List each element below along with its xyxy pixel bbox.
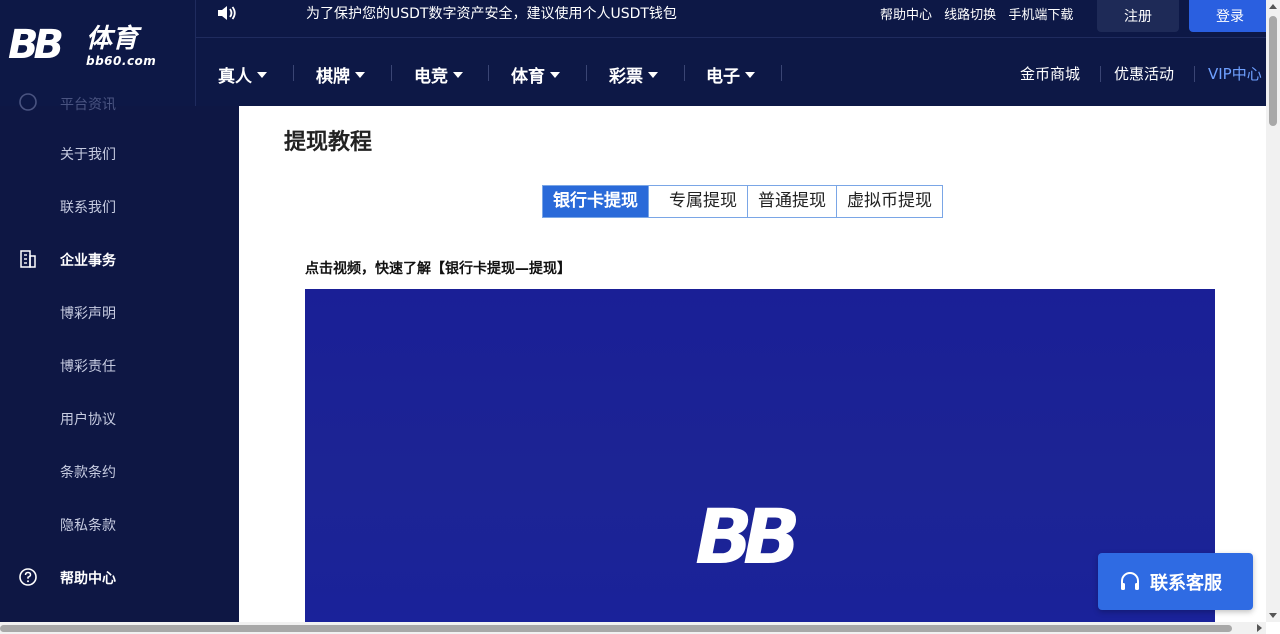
- tab-exclusive-withdraw[interactable]: 专属提现: [648, 186, 747, 217]
- nav-divider: [391, 65, 392, 81]
- nav-esports[interactable]: 电竞: [414, 62, 463, 87]
- caret-down-icon: [550, 72, 560, 78]
- nav-divider: [293, 65, 294, 81]
- nav-divider: [1100, 66, 1101, 82]
- help-center-link[interactable]: 帮助中心: [880, 8, 932, 23]
- sidebar-item-gaming-statement[interactable]: 博彩声明: [60, 303, 116, 323]
- withdraw-tabs: 银行卡提现 专属提现 普通提现 虚拟币提现: [542, 185, 943, 218]
- horizontal-scrollbar[interactable]: [0, 622, 1266, 634]
- register-button[interactable]: 注册: [1097, 0, 1179, 32]
- logo-mark: BB: [8, 22, 64, 68]
- sidebar-item-user-agreement[interactable]: 用户协议: [60, 409, 116, 429]
- nav-divider: [586, 65, 587, 81]
- building-icon: [20, 250, 36, 268]
- nav-slots-label: 电子: [706, 67, 740, 87]
- nav-sports-label: 体育: [511, 67, 545, 87]
- tutorial-video[interactable]: BB: [305, 289, 1215, 622]
- nav-live[interactable]: 真人: [218, 62, 267, 87]
- login-button[interactable]: 登录: [1189, 0, 1271, 32]
- nav-live-label: 真人: [218, 67, 252, 87]
- speaker-icon[interactable]: [216, 4, 238, 22]
- nav-divider: [781, 65, 782, 81]
- mobile-download-link[interactable]: 手机端下载: [1008, 8, 1073, 23]
- sidebar-item-privacy[interactable]: 隐私条款: [60, 515, 116, 535]
- video-caption: 点击视频，快速了解【银行卡提现—提现】: [305, 261, 571, 277]
- main-nav: 真人 棋牌 电竞 体育 彩票 电子 金币商城 优惠活动 VIP中心: [196, 38, 1266, 106]
- nav-lottery[interactable]: 彩票: [609, 62, 658, 87]
- tab-normal-withdraw[interactable]: 普通提现: [747, 186, 836, 217]
- caret-down-icon: [355, 72, 365, 78]
- sidebar-item-terms[interactable]: 条款条约: [60, 462, 116, 482]
- nav-promotions[interactable]: 优惠活动: [1114, 63, 1174, 84]
- sidebar-group-corporate[interactable]: 企业事务: [60, 250, 116, 270]
- top-links: 帮助中心 线路切换 手机端下载: [880, 4, 1081, 23]
- notice-marquee: 为了保护您的USDT数字资产安全，建议使用个人USDT钱包: [306, 6, 677, 22]
- caret-down-icon: [257, 72, 267, 78]
- logo-domain: bb60.com: [86, 54, 157, 68]
- nav-divider: [684, 65, 685, 81]
- line-switch-link[interactable]: 线路切换: [944, 8, 996, 23]
- customer-service-button[interactable]: 联系客服: [1098, 553, 1253, 610]
- nav-lottery-label: 彩票: [609, 67, 643, 87]
- sidebar-item-contact-us[interactable]: 联系我们: [60, 197, 116, 217]
- scroll-right-icon[interactable]: [1257, 624, 1262, 632]
- header: BB 体育 bb60.com 为了保护您的USDT数字资产安全，建议使用个人US…: [0, 0, 1271, 106]
- sidebar-item-platform-info[interactable]: 平台资讯: [60, 94, 116, 114]
- caret-down-icon: [648, 72, 658, 78]
- sidebar: 平台资讯 关于我们 联系我们 企业事务 博彩声明 博彩责任 用户协议 条款条约 …: [0, 93, 239, 622]
- horizontal-scroll-thumb[interactable]: [0, 625, 1232, 632]
- info-circle-icon: [19, 93, 37, 111]
- sidebar-item-gaming-responsibility[interactable]: 博彩责任: [60, 356, 116, 376]
- page-title: 提现教程: [284, 130, 373, 155]
- main-content: 提现教程 银行卡提现 专属提现 普通提现 虚拟币提现 点击视频，快速了解【银行卡…: [239, 106, 1266, 622]
- nav-chess[interactable]: 棋牌: [316, 62, 365, 87]
- nav-chess-label: 棋牌: [316, 67, 350, 87]
- nav-divider: [1194, 66, 1195, 82]
- caret-down-icon: [453, 72, 463, 78]
- customer-service-label: 联系客服: [1150, 573, 1222, 594]
- top-bar: 为了保护您的USDT数字资产安全，建议使用个人USDT钱包 帮助中心 线路切换 …: [196, 0, 1271, 38]
- sidebar-item-about-us[interactable]: 关于我们: [60, 144, 116, 164]
- vertical-scroll-thumb[interactable]: [1269, 16, 1277, 126]
- scroll-up-icon[interactable]: [1269, 4, 1277, 9]
- nav-coin-mall[interactable]: 金币商城: [1020, 63, 1080, 84]
- nav-esports-label: 电竞: [414, 67, 448, 87]
- caret-down-icon: [745, 72, 755, 78]
- sidebar-group-help-center[interactable]: 帮助中心: [60, 568, 116, 588]
- headset-icon: [1121, 572, 1139, 590]
- site-logo[interactable]: BB 体育 bb60.com: [0, 0, 196, 106]
- tab-crypto-withdraw[interactable]: 虚拟币提现: [836, 186, 942, 217]
- video-logo: BB: [695, 492, 801, 581]
- question-circle-icon: [19, 568, 37, 586]
- nav-slots[interactable]: 电子: [706, 62, 755, 87]
- logo-name: 体育: [86, 24, 139, 54]
- nav-vip-center[interactable]: VIP中心: [1208, 63, 1262, 84]
- nav-sports[interactable]: 体育: [511, 62, 560, 87]
- vertical-scrollbar[interactable]: [1266, 0, 1280, 622]
- nav-divider: [488, 65, 489, 81]
- tab-bank-card-withdraw[interactable]: 银行卡提现: [543, 186, 648, 217]
- scroll-down-icon[interactable]: [1269, 613, 1277, 618]
